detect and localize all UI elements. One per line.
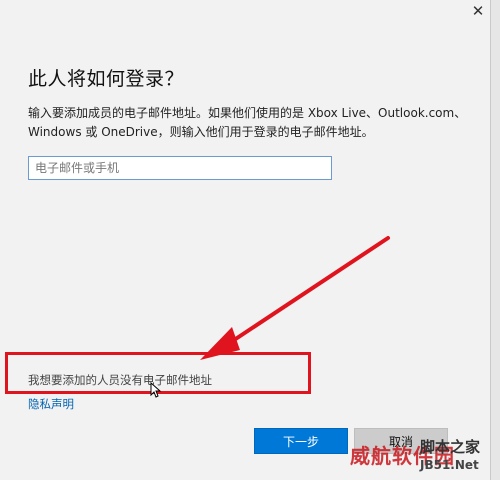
annotation-arrow-icon — [200, 236, 390, 360]
page: ✕ 此人将如何登录？ 输入要添加成员的电子邮件地址。如果他们使用的是 Xbox … — [0, 0, 500, 480]
watermark-site-url: JB51.Net — [420, 458, 479, 472]
watermark-site-name: 脚本之家 — [420, 438, 481, 456]
mouse-cursor-icon — [150, 382, 162, 398]
